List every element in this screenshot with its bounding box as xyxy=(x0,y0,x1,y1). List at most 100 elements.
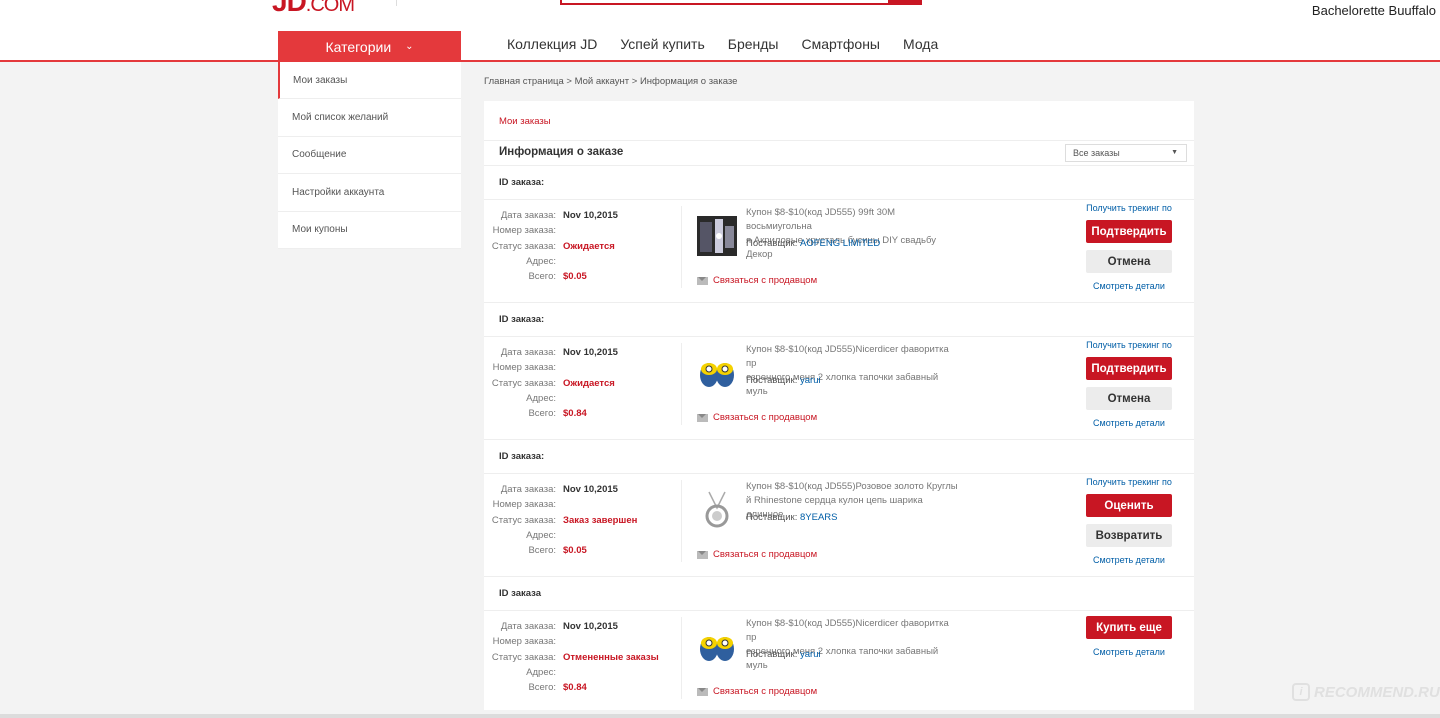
crystal-beads-thumb[interactable] xyxy=(697,216,737,256)
search-button[interactable] xyxy=(890,0,922,5)
order-meta: Дата заказа: Nov 10,2015 Номер заказа: Ст… xyxy=(484,208,684,284)
view-details-link[interactable]: Смотреть детали xyxy=(1074,647,1184,657)
order-filter-select[interactable]: Все заказы ▼ xyxy=(1065,144,1187,162)
order-actions: Получить трекинг по Оценить Возвратить С… xyxy=(1074,477,1184,565)
nav-item-brands[interactable]: Бренды xyxy=(728,36,779,52)
product-title[interactable]: Купон $8-$10(код JD555)Nicerdicer фавори… xyxy=(746,617,960,673)
order-date: Nov 10,2015 xyxy=(563,621,618,633)
cancel-button[interactable]: Отмена xyxy=(1086,387,1172,410)
search-input[interactable] xyxy=(560,0,890,5)
contact-seller-link[interactable]: Связаться с продавцом xyxy=(697,549,817,560)
envelope-icon xyxy=(697,550,708,559)
categories-button[interactable]: Категории ⌄ xyxy=(278,31,461,62)
envelope-icon xyxy=(697,413,708,422)
order-date: Nov 10,2015 xyxy=(563,347,618,359)
order-number-label: Номер заказа: xyxy=(492,636,556,648)
divider xyxy=(484,140,1194,141)
tab-my-orders[interactable]: Мои заказы xyxy=(499,116,551,127)
product-title[interactable]: Купон $8-$10(код JD555) 99ft 30M восьмиу… xyxy=(746,206,960,262)
sidebar-item-account-settings[interactable]: Настройки аккаунта xyxy=(278,174,461,212)
order-total: $0.84 xyxy=(563,408,587,420)
recommend-watermark: i RECOMMEND.RU xyxy=(1292,683,1440,701)
order-date: Nov 10,2015 xyxy=(563,484,618,496)
page-title: Информация о заказе xyxy=(499,146,624,158)
nav-item-smartphones[interactable]: Смартфоны xyxy=(801,36,880,52)
sidebar-item-coupons[interactable]: Мои купоны xyxy=(278,212,461,249)
supplier-link[interactable]: yarui xyxy=(800,375,821,386)
divider xyxy=(681,617,682,699)
jd-logo[interactable]: JD.COM xyxy=(272,0,355,18)
order-number-label: Номер заказа: xyxy=(492,362,556,374)
confirm-button[interactable]: Подтвердить xyxy=(1086,220,1172,243)
heart-pendant-thumb[interactable] xyxy=(697,490,737,530)
tracking-link[interactable]: Получить трекинг по xyxy=(1074,477,1184,487)
supplier-link[interactable]: AOFENG LIMITED xyxy=(800,238,880,249)
divider xyxy=(681,343,682,425)
contact-seller-link[interactable]: Связаться с продавцом xyxy=(697,686,817,697)
minion-slippers-thumb[interactable] xyxy=(697,627,737,667)
order-date-label: Дата заказа: xyxy=(500,210,556,222)
order-status-label: Статус заказа: xyxy=(491,377,556,389)
order-date-label: Дата заказа: xyxy=(500,347,556,359)
order-actions: Получить трекинг по Подтвердить Отмена С… xyxy=(1074,203,1184,291)
order-actions: Получить трекинг по Подтвердить Отмена С… xyxy=(1074,340,1184,428)
order-number-label: Номер заказа: xyxy=(492,225,556,237)
order-status-label: Статус заказа: xyxy=(491,240,556,252)
buy-again-button[interactable]: Купить еще xyxy=(1086,616,1172,639)
minion-slippers-thumb[interactable] xyxy=(697,353,737,393)
view-details-link[interactable]: Смотреть детали xyxy=(1074,555,1184,565)
contact-seller-link[interactable]: Связаться с продавцом xyxy=(697,412,817,423)
supplier: Поставщик: 8YEARS xyxy=(746,512,838,523)
envelope-icon xyxy=(697,687,708,696)
return-button[interactable]: Возвратить xyxy=(1086,524,1172,547)
order-status: Отмененные заказы xyxy=(563,651,659,663)
sidebar-item-messages[interactable]: Сообщение xyxy=(278,137,461,175)
order-total: $0.05 xyxy=(563,271,587,283)
order-card: ID заказа Дата заказа: Nov 10,2015 Номер … xyxy=(484,577,1194,714)
logo-divider xyxy=(396,0,397,6)
cancel-button[interactable]: Отмена xyxy=(1086,250,1172,273)
caret-down-icon: ▼ xyxy=(1171,149,1178,156)
envelope-icon xyxy=(697,276,708,285)
order-date-label: Дата заказа: xyxy=(500,484,556,496)
order-address-label: Адрес: xyxy=(526,393,556,405)
order-status-label: Статус заказа: xyxy=(491,514,556,526)
order-total-label: Всего: xyxy=(528,408,556,420)
divider xyxy=(681,480,682,562)
supplier-link[interactable]: yarui xyxy=(800,649,821,660)
divider xyxy=(681,206,682,288)
order-status: Заказ завершен xyxy=(563,514,638,526)
order-total-label: Всего: xyxy=(528,682,556,694)
order-total-label: Всего: xyxy=(528,271,556,283)
divider xyxy=(484,199,1194,200)
nav-item-jd-collection[interactable]: Коллекция JD xyxy=(507,36,597,52)
confirm-button[interactable]: Подтвердить xyxy=(1086,357,1172,380)
username[interactable]: Bachelorette Buuffalo xyxy=(1312,3,1436,18)
order-id-label: ID заказа: xyxy=(499,314,545,325)
tracking-link[interactable]: Получить трекинг по xyxy=(1074,340,1184,350)
order-id-label: ID заказа xyxy=(499,588,542,599)
supplier: Поставщик: AOFENG LIMITED xyxy=(746,238,881,249)
divider xyxy=(484,336,1194,337)
divider xyxy=(484,473,1194,474)
tracking-link[interactable]: Получить трекинг по xyxy=(1074,203,1184,213)
nav-item-flash-sale[interactable]: Успей купить xyxy=(620,36,704,52)
sidebar-item-my-orders[interactable]: Мои заказы xyxy=(278,62,461,100)
breadcrumb: Главная страница > Мой аккаунт > Информа… xyxy=(484,76,738,87)
supplier-link[interactable]: 8YEARS xyxy=(800,512,838,523)
order-status: Ожидается xyxy=(563,240,615,252)
nav-item-fashion[interactable]: Мода xyxy=(903,36,938,52)
view-details-link[interactable]: Смотреть детали xyxy=(1074,418,1184,428)
account-sidebar: Мои заказы Мой список желаний Сообщение … xyxy=(278,62,461,249)
order-actions: Купить еще Смотреть детали xyxy=(1074,609,1184,657)
order-meta: Дата заказа: Nov 10,2015 Номер заказа: Ст… xyxy=(484,345,684,421)
rate-button[interactable]: Оценить xyxy=(1086,494,1172,517)
order-card: ID заказа: Дата заказа: Nov 10,2015 Номер… xyxy=(484,303,1194,440)
view-details-link[interactable]: Смотреть детали xyxy=(1074,281,1184,291)
order-id-label: ID заказа: xyxy=(499,451,545,462)
order-id-label: ID заказа: xyxy=(499,177,545,188)
sidebar-item-wishlist[interactable]: Мой список желаний xyxy=(278,99,461,137)
contact-seller-link[interactable]: Связаться с продавцом xyxy=(697,275,817,286)
supplier: Поставщик: yarui xyxy=(746,375,821,386)
product-title[interactable]: Купон $8-$10(код JD555)Nicerdicer фавори… xyxy=(746,343,960,399)
